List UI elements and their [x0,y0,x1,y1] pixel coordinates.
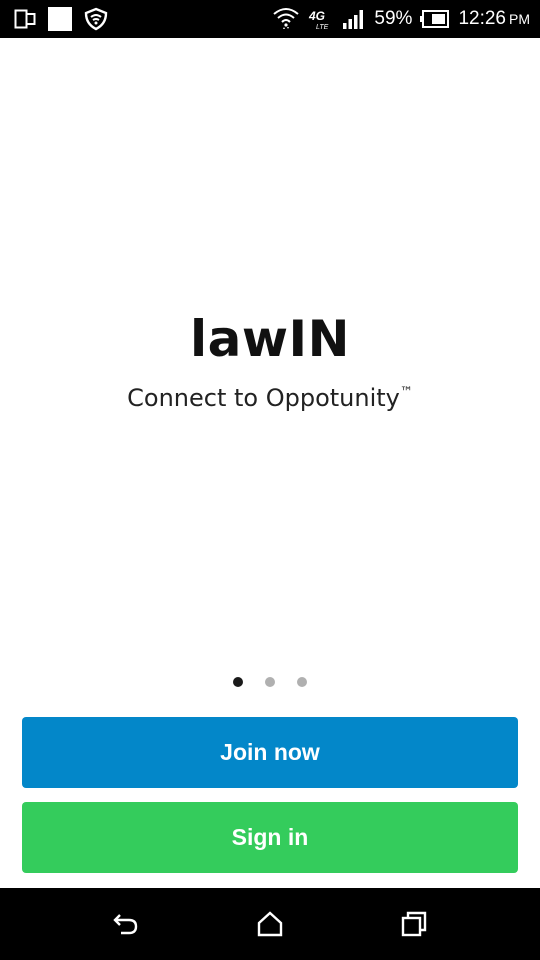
clock-suffix: PM [509,11,530,27]
sign-in-button[interactable]: Sign in [22,802,518,873]
app-title: lawIN [189,310,351,368]
navigation-bar [0,888,540,960]
back-button[interactable] [76,888,176,960]
status-bar-right: 4G LTE 59% 12:26 PM [272,0,530,38]
page-dot-3[interactable] [297,677,307,687]
tagline: Connect to Oppotunity™ [0,384,540,412]
status-bar-left [14,0,108,38]
wifi-icon [272,6,300,32]
notification-square-icon [48,7,72,31]
battery-percent: 59% [374,8,413,29]
screen-cast-icon [14,9,36,29]
recents-icon [400,911,428,937]
trademark-mark: ™ [399,385,413,400]
page-indicator [0,676,540,688]
clock: 12:26 PM [458,8,530,30]
battery-icon [420,10,450,28]
signal-icon [342,9,366,29]
clock-time: 12:26 [458,8,506,29]
page-dot-1[interactable] [233,677,243,687]
home-button[interactable] [220,888,320,960]
svg-text:LTE: LTE [316,24,329,31]
recents-button[interactable] [364,888,464,960]
home-icon [256,911,284,937]
lte-icon: 4G LTE [308,7,334,31]
welcome-carousel[interactable]: lawIN Connect to Oppotunity™ Join now Si… [0,38,540,888]
tagline-text: Connect to Oppotunity [127,384,400,412]
join-now-button[interactable]: Join now [22,717,518,788]
page-dot-2[interactable] [265,677,275,687]
status-bar: 4G LTE 59% 12:26 PM [0,0,540,38]
back-icon [112,912,140,936]
vpn-shield-icon [84,7,108,31]
network-label: 4G [308,9,325,23]
